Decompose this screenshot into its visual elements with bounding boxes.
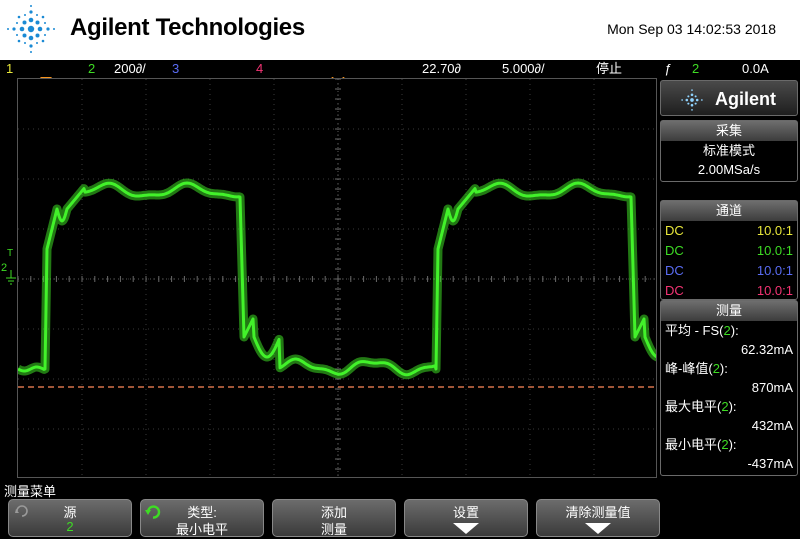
- graticule: [18, 79, 656, 477]
- acquire-rate: 2.00MSa/s: [697, 162, 761, 177]
- agilent-panel-logo: Agilent: [660, 80, 798, 116]
- paren: ):: [728, 437, 737, 452]
- measurement-value: 870mA: [751, 380, 793, 395]
- measurement-value: 432mA: [751, 418, 793, 433]
- clear-label: 清除测量值: [565, 505, 631, 520]
- agilent-spark-logo-icon: [7, 5, 55, 53]
- measurement-channel: 2: [723, 323, 731, 338]
- status-bar: 1 2 200∂/ 3 4 22.70∂ 5.000∂/ 停止 ƒ 2 0.0A: [0, 60, 800, 77]
- ch1-indicator[interactable]: 1: [6, 60, 13, 77]
- channel-probe-ratio: 10.0:1: [756, 283, 793, 298]
- ch2-scale: 200∂/: [114, 60, 146, 77]
- channels-title: 通道: [661, 201, 797, 221]
- measurement-label: 峰-峰值(2):: [661, 359, 797, 378]
- add-sublabel: 测量: [320, 522, 347, 537]
- measure-menu-title: 测量菜单: [4, 484, 57, 499]
- ch2-ground-marker[interactable]: 2 T: [0, 248, 17, 290]
- time-scale-value: 5.000: [502, 61, 535, 76]
- measure-title: 测量: [661, 301, 797, 321]
- source-value: 2: [66, 519, 74, 534]
- measurement-channel: 2: [712, 361, 720, 376]
- measurement-value: -437mA: [747, 456, 793, 471]
- measurement-label: 最小电平(2):: [661, 435, 797, 454]
- channel-coupling: DC: [665, 243, 684, 258]
- ch2-scale-unit: ∂/: [135, 61, 146, 76]
- ch2-scale-value: 200: [114, 61, 136, 76]
- measurement-name: 平均 - FS: [665, 323, 720, 338]
- channel-coupling: DC: [665, 223, 684, 238]
- measurement-label: 最大电平(2):: [661, 397, 797, 416]
- channel-coupling: DC: [665, 263, 684, 278]
- paren: ):: [730, 323, 739, 338]
- channel-probe-ratio: 10.0:1: [756, 223, 793, 238]
- trigger-channel: 2: [692, 61, 700, 76]
- settings-label: 设置: [452, 505, 479, 520]
- measurement-value: 62.32mA: [740, 342, 793, 357]
- time-scale-unit: ∂/: [534, 61, 545, 76]
- type-softkey[interactable]: 类型: 最小电平: [140, 499, 264, 537]
- time-offset: 22.70∂: [422, 60, 461, 77]
- date-time: Mon Sep 03 14:02:53 2018: [607, 21, 776, 37]
- measure-box[interactable]: 测量 平均 - FS(2): 62.32mA 峰-峰值(2): 870mA 最大电平(2…: [660, 300, 798, 476]
- measurement-label: 平均 - FS(2):: [661, 321, 797, 340]
- measurement-name: 最小电平: [665, 437, 718, 452]
- channel-coupling: DC: [665, 283, 684, 298]
- brand-name: Agilent Technologies: [70, 14, 305, 41]
- measurement-channel: 2: [721, 399, 729, 414]
- paren: ):: [719, 361, 728, 376]
- type-value: 最小电平: [175, 522, 228, 537]
- time-offset-value: 22.70: [422, 61, 455, 76]
- source-softkey[interactable]: 源 2: [8, 499, 132, 537]
- clear-measurements-softkey[interactable]: 清除测量值: [536, 499, 660, 537]
- agilent-spark-small-icon: [681, 89, 703, 111]
- settings-softkey[interactable]: 设置: [404, 499, 528, 537]
- channel-probe-ratio: 10.0:1: [756, 243, 793, 258]
- right-info-panel: Agilent 采集 标准模式 2.00MSa/s 通道 DC 10.0:1 DC 1…: [660, 78, 800, 478]
- acquire-mode: 标准模式: [702, 143, 755, 158]
- channel-row[interactable]: DC 10.0:1: [661, 261, 797, 281]
- acquire-title: 采集: [661, 121, 797, 141]
- waveform-display[interactable]: [17, 78, 657, 478]
- measurement-channel: 2: [721, 437, 729, 452]
- add-measurement-softkey[interactable]: 添加 测量: [272, 499, 396, 537]
- channel-row[interactable]: DC 10.0:1: [661, 241, 797, 261]
- time-scale: 5.000∂/: [502, 60, 545, 77]
- measurement-name: 峰-峰值: [665, 361, 709, 376]
- acquire-box[interactable]: 采集 标准模式 2.00MSa/s: [660, 120, 798, 182]
- paren: ):: [728, 399, 737, 414]
- ch4-indicator[interactable]: 4: [256, 60, 263, 77]
- measurement-name: 最大电平: [665, 399, 718, 414]
- channels-box[interactable]: 通道 DC 10.0:1 DC 10.0:1 DC 10.0:1 DC 10.0:1: [660, 200, 798, 300]
- trigger-level: 0.0A: [742, 61, 769, 76]
- header-bar: Agilent Technologies Mon Sep 03 14:02:53…: [0, 0, 800, 60]
- time-offset-unit: ∂: [454, 61, 461, 76]
- submenu-down-arrow-icon: [453, 523, 479, 534]
- ch2-indicator[interactable]: 2: [88, 60, 95, 77]
- ch3-indicator[interactable]: 3: [172, 60, 179, 77]
- panel-logo-text: Agilent: [715, 89, 776, 109]
- channel-row[interactable]: DC 10.0:1: [661, 281, 797, 301]
- trigger-level-marker-label: T: [7, 248, 14, 259]
- submenu-down-arrow-icon: [585, 523, 611, 534]
- trigger-icon: ƒ: [664, 61, 672, 76]
- ground-icon: [6, 270, 16, 285]
- channel-probe-ratio: 10.0:1: [756, 263, 793, 278]
- run-state[interactable]: 停止: [596, 60, 622, 77]
- channel-row[interactable]: DC 10.0:1: [661, 221, 797, 241]
